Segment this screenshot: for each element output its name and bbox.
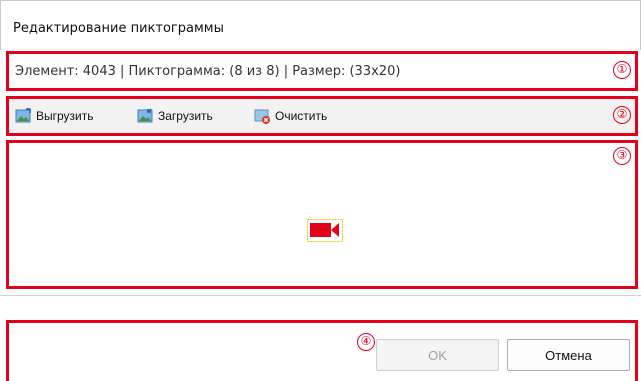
clear-label: Очистить [275, 109, 328, 123]
toolbar: Выгрузить Загрузить Очистить ② [6, 96, 638, 136]
info-panel: Элемент: 4043 | Пиктограмма: (8 из 8) | … [6, 51, 638, 91]
import-label: Загрузить [158, 109, 213, 123]
image-clear-icon [254, 108, 270, 124]
dialog-footer: ④ OK Отмена [6, 320, 638, 381]
import-button[interactable]: Загрузить [137, 106, 213, 126]
dialog-title: Редактирование пиктограммы [13, 21, 224, 36]
marker-4: ④ [357, 333, 375, 351]
info-text: Элемент: 4043 | Пиктограмма: (8 из 8) | … [15, 64, 401, 79]
marker-3: ③ [613, 147, 631, 165]
marker-2: ② [613, 106, 631, 124]
cancel-button[interactable]: Отмена [507, 339, 630, 371]
video-camera-icon [307, 219, 343, 242]
export-button[interactable]: Выгрузить [15, 106, 94, 126]
export-label: Выгрузить [36, 109, 94, 123]
pictogram-canvas[interactable]: ③ [6, 140, 638, 289]
clear-button[interactable]: Очистить [254, 106, 327, 126]
footer-divider [0, 295, 641, 296]
image-export-icon [15, 108, 31, 124]
dialog-titlebar: Редактирование пиктограммы [0, 0, 641, 50]
marker-1: ① [613, 61, 631, 79]
image-import-icon [137, 108, 153, 124]
pictogram-preview[interactable] [307, 219, 343, 242]
ok-button[interactable]: OK [376, 339, 499, 371]
